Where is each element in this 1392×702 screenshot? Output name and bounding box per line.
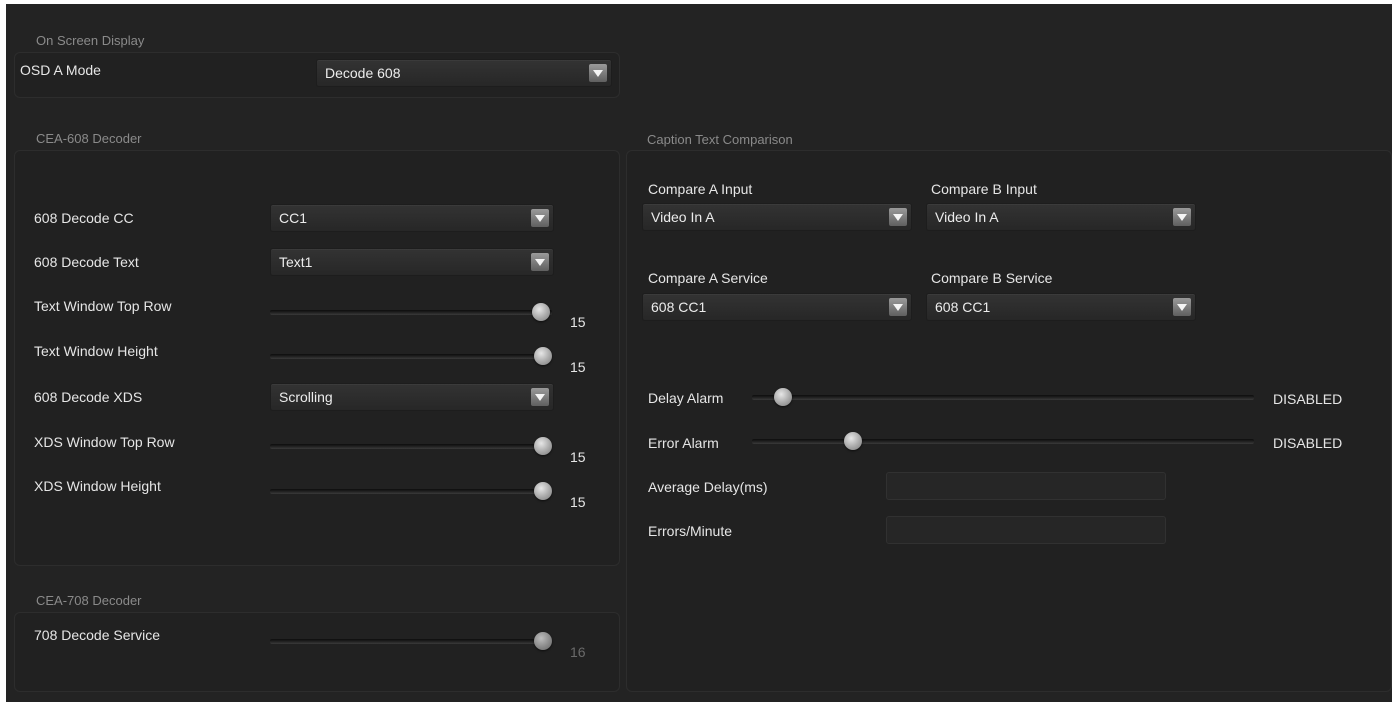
chevron-down-icon[interactable] <box>589 64 607 82</box>
error-alarm-slider[interactable] <box>752 431 1254 451</box>
compare-b-input-label: Compare B Input <box>931 181 1037 197</box>
text-height-value: 15 <box>570 359 586 375</box>
compare-b-service-value: 608 CC1 <box>935 299 991 315</box>
slider-track <box>270 310 552 315</box>
errors-per-minute-readout <box>886 516 1166 544</box>
decode-text-value: Text1 <box>279 254 313 270</box>
xds-top-row-value: 15 <box>570 449 586 465</box>
error-alarm-status: DISABLED <box>1273 435 1343 451</box>
osd-mode-label: OSD A Mode <box>20 62 101 78</box>
compare-b-service-dropdown[interactable]: 608 CC1 <box>926 293 1196 321</box>
decode-xds-value: Scrolling <box>279 389 333 405</box>
compare-a-service-label: Compare A Service <box>648 270 768 286</box>
comparison-section-title: Caption Text Comparison <box>647 132 793 147</box>
chevron-down-icon[interactable] <box>1173 298 1191 316</box>
comparison-panel <box>626 150 1392 692</box>
slider-track <box>270 354 552 359</box>
osd-mode-dropdown[interactable]: Decode 608 <box>316 59 612 87</box>
decode-text-dropdown[interactable]: Text1 <box>270 248 554 276</box>
decode-service-slider[interactable] <box>270 631 552 651</box>
compare-a-service-value: 608 CC1 <box>651 299 707 315</box>
slider-thumb[interactable] <box>534 437 552 455</box>
chevron-down-icon[interactable] <box>531 253 549 271</box>
text-top-row-label: Text Window Top Row <box>34 298 172 314</box>
error-alarm-label: Error Alarm <box>648 435 719 451</box>
decode-cc-label: 608 Decode CC <box>34 210 134 226</box>
text-top-row-value: 15 <box>570 314 586 330</box>
average-delay-readout <box>886 472 1166 500</box>
decode-xds-dropdown[interactable]: Scrolling <box>270 383 554 411</box>
decode-service-label: 708 Decode Service <box>34 627 161 643</box>
chevron-down-icon[interactable] <box>531 388 549 406</box>
xds-height-slider[interactable] <box>270 481 552 501</box>
xds-height-value: 15 <box>570 494 586 510</box>
xds-top-row-slider[interactable] <box>270 436 552 456</box>
osd-mode-value: Decode 608 <box>325 65 401 81</box>
osd-section-title: On Screen Display <box>36 33 145 48</box>
delay-alarm-status: DISABLED <box>1273 391 1343 407</box>
cea708-panel <box>14 612 620 692</box>
slider-thumb[interactable] <box>534 632 552 650</box>
cea608-section-title: CEA-608 Decoder <box>36 131 142 146</box>
xds-top-row-label: XDS Window Top Row <box>34 434 175 450</box>
average-delay-label: Average Delay(ms) <box>648 479 768 495</box>
delay-alarm-label: Delay Alarm <box>648 390 724 406</box>
xds-height-label: XDS Window Height <box>34 478 161 494</box>
slider-thumb[interactable] <box>532 303 550 321</box>
compare-b-input-dropdown[interactable]: Video In A <box>926 203 1196 231</box>
text-top-row-slider[interactable] <box>270 302 552 322</box>
slider-track <box>752 439 1254 444</box>
slider-track <box>752 395 1254 400</box>
slider-track <box>270 639 552 644</box>
chevron-down-icon[interactable] <box>889 298 907 316</box>
compare-a-input-dropdown[interactable]: Video In A <box>642 203 912 231</box>
chevron-down-icon[interactable] <box>531 209 549 227</box>
compare-a-input-label: Compare A Input <box>648 181 753 197</box>
cea708-section-title: CEA-708 Decoder <box>36 593 142 608</box>
text-height-slider[interactable] <box>270 346 552 366</box>
decode-text-label: 608 Decode Text <box>34 254 139 270</box>
compare-a-input-value: Video In A <box>651 209 715 225</box>
compare-b-service-label: Compare B Service <box>931 270 1053 286</box>
decode-cc-value: CC1 <box>279 210 308 226</box>
chevron-down-icon[interactable] <box>889 208 907 226</box>
chevron-down-icon[interactable] <box>1173 208 1191 226</box>
slider-thumb[interactable] <box>774 388 792 406</box>
compare-a-service-dropdown[interactable]: 608 CC1 <box>642 293 912 321</box>
slider-track <box>270 489 552 494</box>
slider-thumb[interactable] <box>534 482 552 500</box>
decode-service-value: 16 <box>570 644 586 660</box>
slider-thumb[interactable] <box>534 347 552 365</box>
text-height-label: Text Window Height <box>34 343 158 359</box>
errors-per-minute-label: Errors/Minute <box>648 523 733 539</box>
slider-track <box>270 444 552 449</box>
slider-thumb[interactable] <box>844 432 862 450</box>
delay-alarm-slider[interactable] <box>752 387 1254 407</box>
decode-xds-label: 608 Decode XDS <box>34 389 143 405</box>
app-frame: On Screen Display OSD A Mode Decode 608 … <box>6 4 1392 702</box>
decode-cc-dropdown[interactable]: CC1 <box>270 204 554 232</box>
compare-b-input-value: Video In A <box>935 209 999 225</box>
